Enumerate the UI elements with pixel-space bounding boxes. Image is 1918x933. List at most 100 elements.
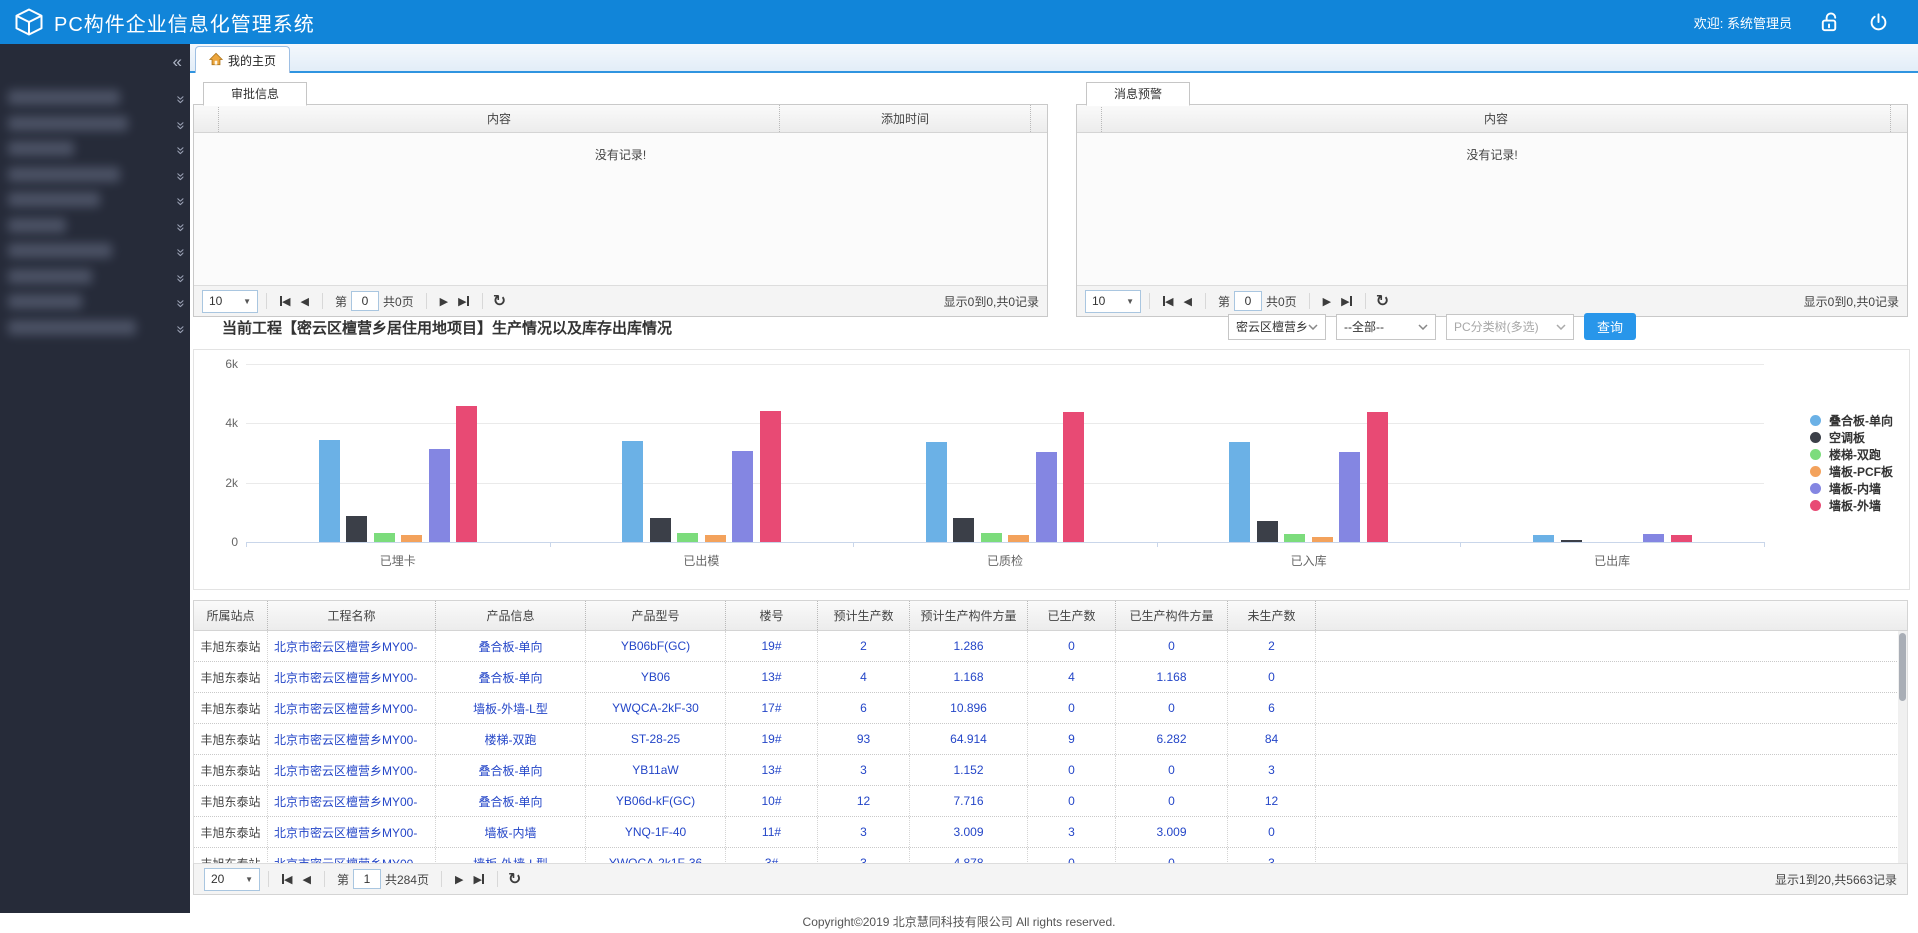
query-button[interactable]: 查询 [1584,313,1636,340]
expand-submenu-icon[interactable]: » [172,146,189,152]
prev-page-button[interactable]: ◀ [300,295,308,308]
unlock-icon[interactable] [1818,11,1841,34]
table-row[interactable]: 丰旭东泰站北京市密云区檀营乡MY00-叠合板-单向YB0613#41.16841… [194,662,1907,693]
x-axis-category-label: 已质检 [853,552,1157,569]
legend-item[interactable]: 墙板-PCF板 [1810,463,1893,480]
table-row[interactable]: 丰旭东泰站北京市密云区檀营乡MY00-叠合板-单向YB11aW13#31.152… [194,755,1907,786]
table-row[interactable]: 丰旭东泰站北京市密云区檀营乡MY00-墙板-外墙-L型YWQCA-2k1F-36… [194,848,1907,863]
column-header[interactable]: 所属站点 [194,601,268,630]
expand-submenu-icon[interactable]: » [172,223,189,229]
refresh-icon[interactable]: ↻ [493,291,506,311]
chart-gridline [246,364,1764,365]
sidebar-menu-item[interactable]: » [0,189,190,213]
legend-item[interactable]: 空调板 [1810,429,1893,446]
site-select[interactable]: 密云区檀营乡 [1228,314,1326,340]
column-header[interactable]: 产品型号 [586,601,726,630]
main-content: 我的主页 审批信息 内容 添加时间 没有记录! 10 ▼ [190,44,1918,913]
sidebar-menu-item[interactable]: » [0,87,190,111]
table-cell: 3 [818,755,910,785]
column-header-content[interactable]: 内容 [1102,105,1891,132]
pager-separator [1365,293,1366,309]
next-page-button[interactable]: ▶ [455,873,463,886]
table-cell: 丰旭东泰站 [194,631,268,661]
sidebar-item-label-blurred [8,116,128,131]
column-header-addtime[interactable]: 添加时间 [780,105,1031,132]
last-page-button[interactable]: ▶ [458,295,468,308]
legend-item[interactable]: 墙板-内墙 [1810,480,1893,497]
refresh-icon[interactable]: ↻ [508,869,521,889]
first-page-button[interactable]: ◀ [1163,295,1173,308]
approval-tab[interactable]: 审批信息 [203,82,307,106]
page-number-input[interactable] [353,869,381,889]
table-cell: YWQCA-2k1F-36 [586,848,726,863]
prev-page-button[interactable]: ◀ [1183,295,1191,308]
column-header[interactable]: 已生产构件方量 [1116,601,1228,630]
column-header[interactable]: 预计生产构件方量 [910,601,1028,630]
table-cell: 叠合板-单向 [436,786,586,816]
tab-bar: 我的主页 [190,44,1918,73]
page-number-input[interactable] [1234,291,1262,311]
table-row[interactable]: 丰旭东泰站北京市密云区檀营乡MY00-叠合板-单向YB06d-kF(GC)10#… [194,786,1907,817]
table-row[interactable]: 丰旭东泰站北京市密云区檀营乡MY00-楼梯-双跑ST-28-2519#9364.… [194,724,1907,755]
sidebar-menu-item[interactable]: » [0,164,190,188]
last-page-button[interactable]: ▶ [1341,295,1351,308]
sidebar-menu-item[interactable]: » [0,291,190,315]
next-page-button[interactable]: ▶ [440,295,448,308]
column-header[interactable]: 预计生产数 [818,601,910,630]
expand-submenu-icon[interactable]: » [172,299,189,305]
pc-tree-multiselect[interactable]: PC分类树(多选) [1446,314,1574,340]
alerts-tab[interactable]: 消息预警 [1086,82,1190,106]
column-header-content[interactable]: 内容 [219,105,780,132]
page-size-select[interactable]: 20 ▼ [204,868,260,891]
expand-submenu-icon[interactable]: » [172,274,189,280]
expand-submenu-icon[interactable]: » [172,95,189,101]
expand-submenu-icon[interactable]: » [172,172,189,178]
expand-submenu-icon[interactable]: » [172,121,189,127]
caret-down-icon: ▼ [1126,297,1134,306]
sidebar-menu-item[interactable]: » [0,215,190,239]
expand-submenu-icon[interactable]: » [172,248,189,254]
sidebar-menu-item[interactable]: » [0,138,190,162]
first-page-button[interactable]: ◀ [280,295,290,308]
expand-submenu-icon[interactable]: » [172,197,189,203]
column-header[interactable]: 楼号 [726,601,818,630]
chart-bar [677,533,698,542]
column-header[interactable]: 已生产数 [1028,601,1116,630]
legend-item[interactable]: 楼梯-双跑 [1810,446,1893,463]
collapse-sidebar-icon[interactable]: « [173,52,182,72]
legend-item[interactable]: 叠合板-单向 [1810,412,1893,429]
tab-home[interactable]: 我的主页 [195,46,290,73]
column-header[interactable]: 未生产数 [1228,601,1316,630]
sidebar-item-label-blurred [8,294,82,309]
column-header[interactable]: 工程名称 [268,601,436,630]
sidebar-menu-item[interactable]: » [0,113,190,137]
first-page-button[interactable]: ◀ [282,873,292,886]
x-axis-tick [1764,542,1765,547]
x-axis-category-label: 已埋卡 [246,552,550,569]
power-icon[interactable] [1867,11,1890,34]
pager-separator [1149,293,1150,309]
sidebar-item-label-blurred [8,90,120,105]
legend-item[interactable]: 墙板-外墙 [1810,497,1893,514]
last-page-button[interactable]: ▶ [473,873,483,886]
pager-separator [426,293,427,309]
column-header[interactable]: 产品信息 [436,601,586,630]
table-row[interactable]: 丰旭东泰站北京市密云区檀营乡MY00-叠合板-单向YB06bF(GC)19#21… [194,631,1907,662]
next-page-button[interactable]: ▶ [1323,295,1331,308]
category-select[interactable]: --全部-- [1336,314,1436,340]
scrollbar-thumb[interactable] [1899,633,1906,701]
expand-submenu-icon[interactable]: » [172,325,189,331]
sidebar-item-label-blurred [8,320,136,335]
table-vertical-scrollbar[interactable] [1898,631,1907,863]
sidebar-menu-item[interactable]: » [0,240,190,264]
chart-bar [650,518,671,542]
table-row[interactable]: 丰旭东泰站北京市密云区檀营乡MY00-墙板-内墙YNQ-1F-4011#33.0… [194,817,1907,848]
refresh-icon[interactable]: ↻ [1376,291,1389,311]
sidebar-menu-item[interactable]: » [0,317,190,341]
table-row[interactable]: 丰旭东泰站北京市密云区檀营乡MY00-墙板-外墙-L型YWQCA-2kF-301… [194,693,1907,724]
table-header: 所属站点工程名称产品信息产品型号楼号预计生产数预计生产构件方量已生产数已生产构件… [193,600,1908,631]
table-pager: 20 ▼ ◀ ◀ 第 共284页 ▶ ▶ ↻ 显示1到20,共5663记录 [193,863,1908,895]
sidebar-menu-item[interactable]: » [0,266,190,290]
prev-page-button[interactable]: ◀ [302,873,310,886]
page-number-input[interactable] [351,291,379,311]
